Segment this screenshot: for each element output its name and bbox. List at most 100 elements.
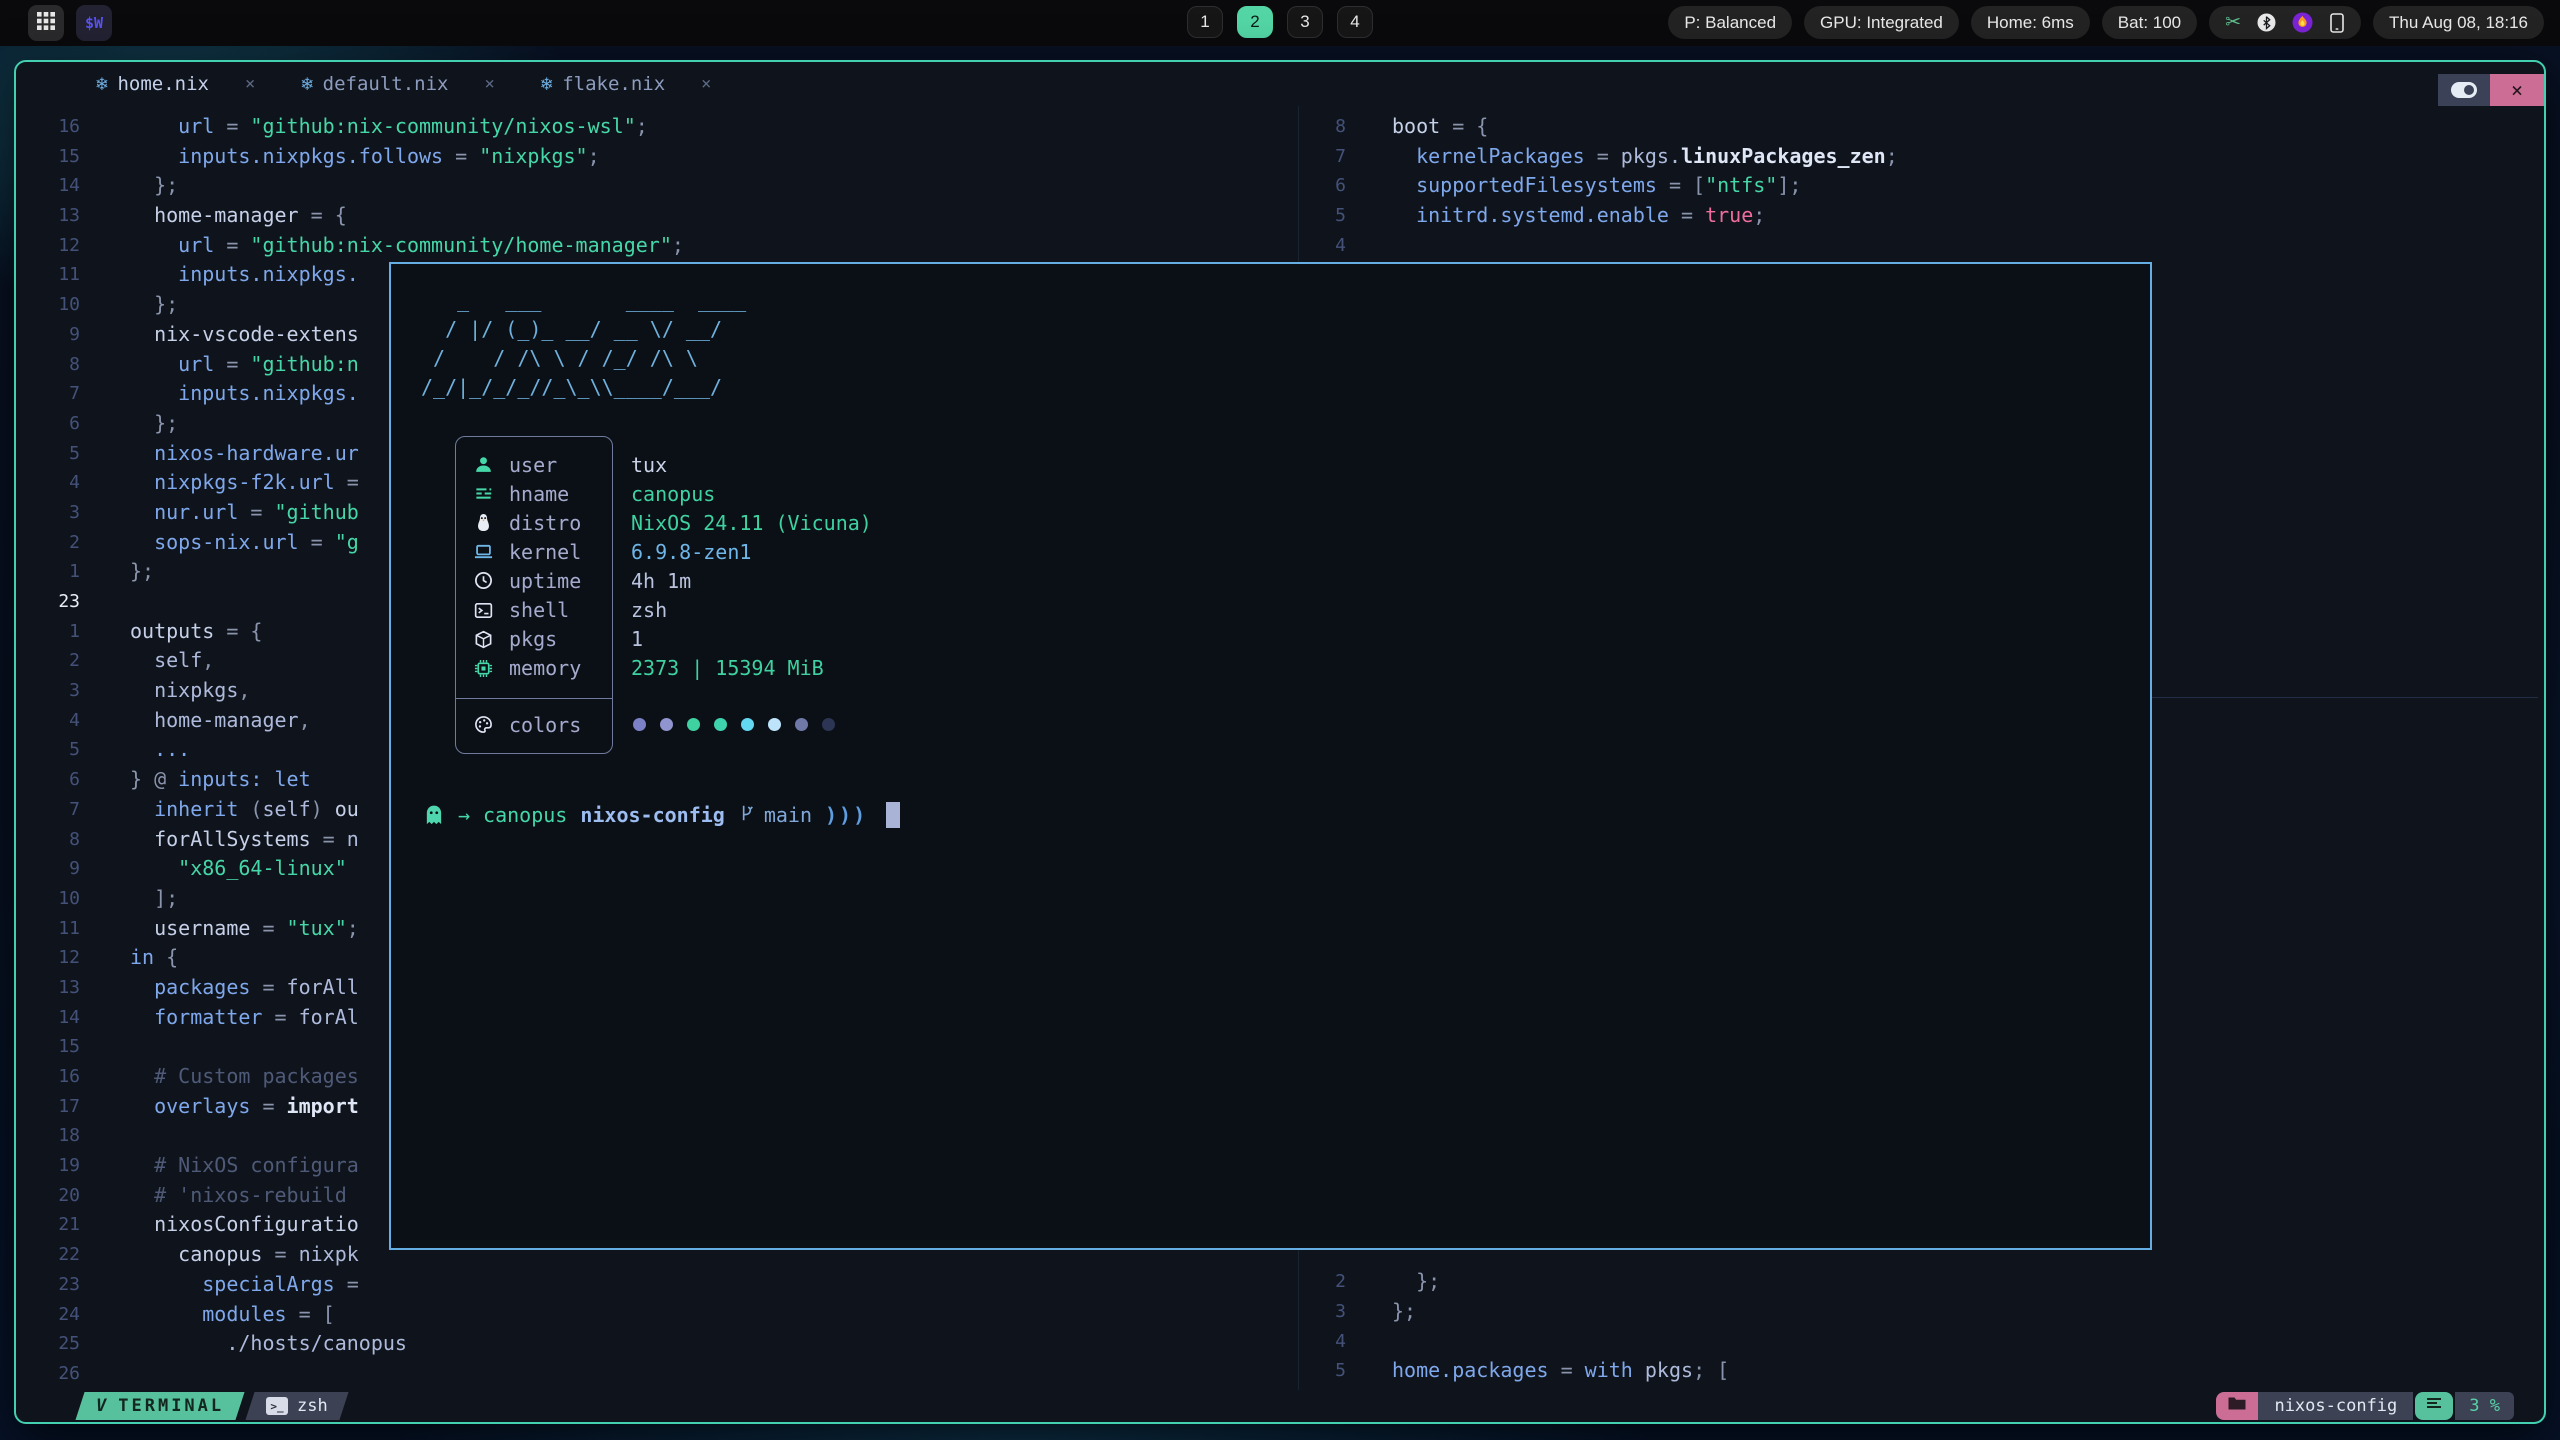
tab-close-icon[interactable]: × [245,74,255,94]
user-icon [473,455,493,475]
code-line: 26 [16,1359,1298,1389]
clock-icon [473,571,493,591]
code-line: 24 modules = [ [16,1300,1298,1330]
line-number: 15 [16,142,90,172]
tab-default.nix[interactable]: ❄default.nix× [283,62,523,106]
launcher-group: $W [28,5,112,41]
code-line: 15 inputs.nixpkgs.follows = "nixpkgs"; [16,142,1298,172]
line-number: 1 [16,557,90,587]
nix-snowflake-icon: ❄ [541,73,552,95]
line-number: 2 [1298,1267,1356,1297]
workspace-button-1[interactable]: 1 [1187,6,1223,38]
fetch-row-uptime: uptime [455,566,613,595]
color-dot-7 [822,718,835,731]
workspace-button-4[interactable]: 4 [1337,6,1373,38]
line-number: 12 [16,943,90,973]
line-number: 23 [16,1270,90,1300]
line-number: 16 [16,112,90,142]
line-number: 20 [16,1181,90,1211]
fetch-labels: userhnamedistrokerneluptimeshellpkgsmemo… [455,450,613,683]
fetch-row-user: user [455,450,613,479]
flame-icon[interactable] [2292,12,2313,33]
percent-label: 3 % [2469,1396,2500,1416]
bluetooth-icon[interactable] [2257,13,2276,32]
terminal-overlay[interactable]: _ ___ ____ ____ / |/ (_)_ __/ __ \/ __/ … [389,262,2152,1250]
apps-grid-button[interactable] [28,5,64,41]
fetch-colors-row: colors [455,710,613,739]
line-number: 2 [16,528,90,558]
scissors-icon[interactable]: ✂ [2225,11,2241,34]
clock-pill[interactable]: Thu Aug 08, 18:16 [2373,6,2544,39]
line-number: 6 [16,765,90,795]
line-number: 22 [16,1240,90,1270]
fetch-value-distro: NixOS 24.11 (Vicuna) [631,511,872,535]
line-number: 7 [16,379,90,409]
color-dot-5 [768,718,781,731]
status-pill-0[interactable]: P: Balanced [1668,6,1792,39]
hostname-icon [473,484,493,504]
line-number: 8 [1298,112,1356,142]
line-number: 7 [1298,142,1356,172]
shell-prompt[interactable]: → canopus nixos-config main ))) [423,800,900,830]
mode-label: TERMINAL [118,1396,224,1416]
editor-content: 16 url = "github:nix-community/nixos-wsl… [16,106,2544,1390]
workspace-button-2[interactable]: 2 [1237,6,1273,38]
fetch-row-shell: shell [455,595,613,624]
color-dot-1 [660,718,673,731]
wm-badge-button[interactable]: $W [76,5,112,41]
code-line: 25 ./hosts/canopus [16,1329,1298,1359]
window-close-button[interactable]: × [2490,74,2544,106]
line-number: 6 [1298,171,1356,201]
line-number: 1 [16,617,90,647]
terminal-cursor [886,802,900,828]
tab-close-icon[interactable]: × [485,74,495,94]
status-cluster: P: Balanced GPU: Integrated Home: 6ms Bat: … [1668,6,2544,39]
tab-home.nix[interactable]: ❄home.nix× [78,62,283,106]
code-line: 23 specialArgs = [16,1270,1298,1300]
line-number: 10 [16,290,90,320]
line-number: 14 [16,1003,90,1033]
right-pane-split-line [2152,697,2538,698]
status-bar: V TERMINAL >_ zsh nixos-config [16,1390,2544,1422]
vim-icon: V [96,1396,109,1416]
line-number: 4 [16,468,90,498]
code-line: 13 home-manager = { [16,201,1298,231]
workspace-button-3[interactable]: 3 [1287,6,1323,38]
line-number: 15 [16,1032,90,1062]
fetch-label: shell [509,598,569,622]
fetch-divider [455,698,613,699]
fetch-value-memory: 2373 | 15394 MiB [631,656,824,680]
project-segment[interactable]: nixos-config [2258,1392,2413,1420]
code-line: 4 [1298,231,2544,261]
line-number: 21 [16,1210,90,1240]
package-icon [473,629,493,649]
status-pill-1[interactable]: GPU: Integrated [1804,6,1959,39]
line-number: 5 [1298,1356,1356,1386]
statusbar-right: nixos-config 3 % [2216,1392,2514,1420]
line-number: 9 [16,854,90,884]
fetch-row-pkgs: pkgs [455,625,613,654]
fetch-label: memory [509,656,581,680]
fetch-row-memory: memory [455,654,613,683]
code-line: 6 supportedFilesystems = ["ntfs"]; [1298,171,2544,201]
terminal-mini-icon: >_ [266,1397,288,1415]
status-pill-2[interactable]: Home: 6ms [1971,6,2090,39]
tab-close-icon[interactable]: × [701,74,711,94]
tab-flake.nix[interactable]: ❄flake.nix× [523,62,740,106]
shell-segment[interactable]: >_ zsh [246,1392,349,1420]
fetch-value-uptime: 4h 1m [631,569,691,593]
line-number: 16 [16,1062,90,1092]
color-dot-4 [741,718,754,731]
shell-label: zsh [297,1396,328,1416]
toggle-switch[interactable] [2438,74,2490,106]
phone-icon[interactable] [2329,13,2345,33]
line-number: 4 [16,706,90,736]
line-number: 13 [16,973,90,1003]
fetch-value-pkgs: 1 [631,627,643,651]
status-pill-3[interactable]: Bat: 100 [2102,6,2197,39]
nix-snowflake-icon: ❄ [96,73,107,95]
chip-icon [473,658,493,678]
terminal-color-dots [633,710,835,739]
fetch-value-shell: zsh [631,598,667,622]
window-controls: × [2438,74,2544,106]
